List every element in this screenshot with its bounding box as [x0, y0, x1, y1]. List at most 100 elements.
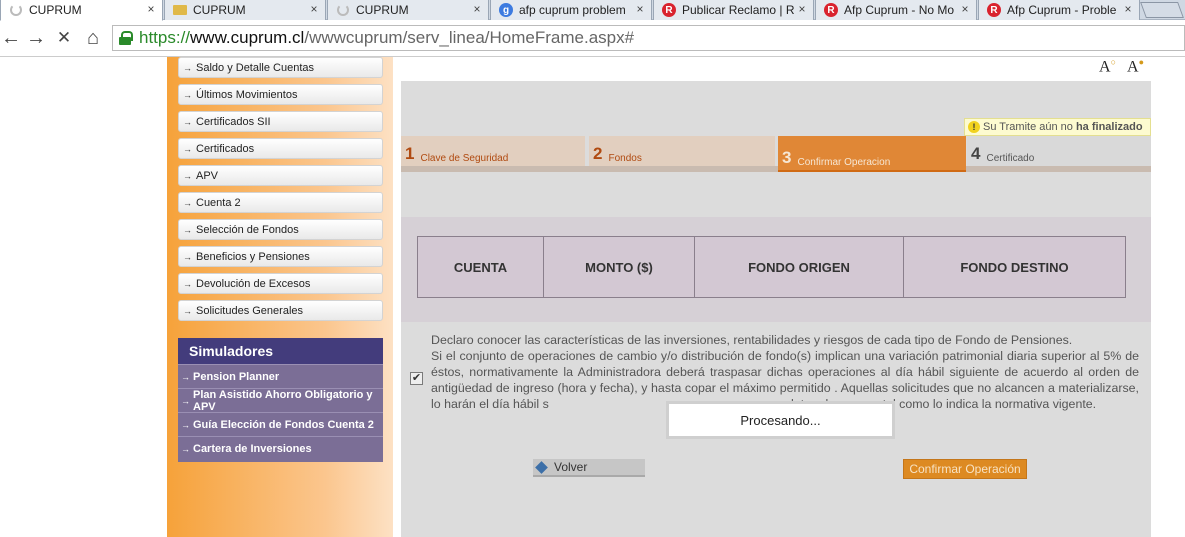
font-increase-label: A [1127, 58, 1139, 76]
menu-item-label: Saldo y Detalle Cuentas [196, 61, 315, 74]
close-icon[interactable]: × [307, 2, 321, 16]
close-icon[interactable]: × [633, 2, 647, 16]
stop-icon[interactable]: ✕ [53, 27, 75, 49]
arrow-right-icon: → [183, 89, 192, 100]
arrow-right-icon: → [181, 395, 190, 406]
simuladores-title: Simuladores [178, 338, 383, 364]
zoom-in-icon: ● [1138, 57, 1144, 67]
menu-item-label: Beneficios y Pensiones [196, 250, 310, 263]
browser-tab-strip: CUPRUM × CUPRUM × CUPRUM × g afp cuprum … [0, 0, 1185, 21]
browser-tab[interactable]: R Afp Cuprum - No Mo × [815, 0, 977, 20]
browser-toolbar: ← → ✕ ⌂ https://www.cuprum.cl/wwwcuprum/… [0, 21, 1185, 57]
arrow-right-icon: → [183, 62, 192, 73]
arrow-right-icon: → [181, 419, 190, 430]
browser-tab[interactable]: R Afp Cuprum - Proble × [978, 0, 1140, 20]
google-icon: g [499, 3, 513, 17]
step-number: 4 [971, 144, 981, 163]
menu-item-devolucion[interactable]: → Devolución de Excesos [178, 273, 383, 294]
arrow-right-icon: → [183, 116, 192, 127]
volver-button[interactable]: Volver [533, 459, 645, 477]
tab-title: CUPRUM [193, 3, 246, 17]
sim-item-guia-eleccion[interactable]: → Guía Elección de Fondos Cuenta 2 [178, 412, 383, 436]
sim-item-plan-asistido[interactable]: → Plan Asistido Ahorro Obligatorio y APV [178, 388, 383, 413]
address-bar[interactable]: https://www.cuprum.cl/wwwcuprum/serv_lin… [112, 25, 1185, 51]
url-path: /wwwcuprum/serv_linea/HomeFrame.aspx# [304, 28, 635, 47]
close-icon[interactable]: × [1121, 2, 1135, 16]
step-4: 4 Certificado [967, 136, 1151, 166]
menu-item-label: Cuenta 2 [196, 196, 241, 209]
menu-item-label: Certificados [196, 142, 255, 155]
menu-item-seleccion-fondos[interactable]: → Selección de Fondos [178, 219, 383, 240]
menu-item-label: APV [196, 169, 219, 182]
close-icon[interactable]: × [958, 2, 972, 16]
forward-icon[interactable]: → [25, 27, 47, 49]
processing-dialog: Procesando... [666, 401, 895, 439]
step-label: Fondos [608, 153, 642, 164]
back-icon[interactable]: ← [0, 27, 22, 49]
loading-spinner-icon [336, 3, 350, 17]
sim-item-label: Pension Planner [193, 370, 280, 383]
font-increase-button[interactable]: A● [1127, 57, 1144, 76]
loading-spinner-icon [9, 3, 23, 17]
menu-item-label: Certificados SII [196, 115, 271, 128]
menu-item-apv[interactable]: → APV [178, 165, 383, 186]
font-decrease-label: A [1099, 58, 1111, 76]
column-header: CUENTA [418, 237, 544, 297]
browser-tab[interactable]: CUPRUM × [0, 0, 163, 21]
volver-label: Volver [554, 460, 588, 474]
column-header: FONDO DESTINO [960, 259, 1069, 275]
main-content: ! Su Tramite aún no ha finalizado 1 Clave… [401, 81, 1151, 537]
tab-title: Afp Cuprum - No Mo [844, 3, 955, 17]
step-3: 3 Confirmar Operacion [778, 136, 966, 172]
close-icon[interactable]: × [470, 2, 484, 16]
step-label: Clave de Seguridad [420, 153, 509, 164]
zoom-out-icon: ○ [1110, 57, 1116, 67]
menu-item-solicitudes[interactable]: → Solicitudes Generales [178, 300, 383, 321]
arrow-right-icon: → [183, 278, 192, 289]
sim-item-label: Cartera de Inversiones [193, 442, 312, 455]
declaration-checkbox[interactable]: ✔ [410, 372, 423, 385]
menu-item-label: Selección de Fondos [196, 223, 299, 236]
arrow-right-icon: → [181, 443, 190, 454]
arrow-right-icon: → [183, 143, 192, 154]
step-label: Certificado [986, 153, 1035, 164]
menu-item-certificados-sii[interactable]: → Certificados SII [178, 111, 383, 132]
menu-item-beneficios[interactable]: → Beneficios y Pensiones [178, 246, 383, 267]
tramite-warning-bold: ha finalizado [1075, 121, 1143, 133]
column-header: FONDO ORIGEN [695, 237, 904, 297]
progress-bar [401, 166, 1151, 172]
close-icon[interactable]: × [144, 2, 158, 16]
home-icon[interactable]: ⌂ [82, 27, 104, 49]
new-tab-button[interactable] [1140, 2, 1184, 18]
step-2: 2 Fondos [589, 136, 775, 166]
operations-section: CUENTA MONTO ($) FONDO ORIGEN FONDO DEST… [401, 217, 1151, 322]
menu-item-movimientos[interactable]: → Últimos Movimientos [178, 84, 383, 105]
menu-item-cuenta-2[interactable]: → Cuenta 2 [178, 192, 383, 213]
declaration-line: Declaro conocer las características de l… [431, 333, 1073, 347]
confirmar-operacion-button[interactable]: Confirmar Operación [903, 459, 1027, 479]
simuladores-panel: Simuladores → Pension Planner → Plan Asist… [178, 338, 383, 462]
tab-title: Publicar Reclamo | R [682, 3, 795, 17]
tab-title: CUPRUM [356, 3, 409, 17]
font-decrease-button[interactable]: A○ [1099, 57, 1116, 76]
browser-tab[interactable]: CUPRUM × [327, 0, 489, 20]
step-label: Confirmar Operacion [797, 157, 891, 168]
close-icon[interactable]: × [795, 2, 809, 16]
browser-tab[interactable]: R Publicar Reclamo | R × [653, 0, 814, 20]
tab-title: CUPRUM [29, 3, 82, 17]
tab-title: Afp Cuprum - Proble [1007, 3, 1117, 17]
browser-tab[interactable]: CUPRUM × [164, 0, 326, 20]
menu-item-label: Solicitudes Generales [196, 304, 304, 317]
declaration-text: Declaro conocer las características de l… [431, 332, 1139, 412]
sim-item-pension-planner[interactable]: → Pension Planner [178, 364, 383, 388]
arrow-right-icon: → [183, 224, 192, 235]
sim-item-label: Plan Asistido Ahorro Obligatorio y APV [193, 388, 373, 413]
browser-tab[interactable]: g afp cuprum problem × [490, 0, 652, 20]
menu-item-saldo[interactable]: → Saldo y Detalle Cuentas [178, 57, 383, 78]
arrow-right-icon: → [183, 251, 192, 262]
menu-item-certificados[interactable]: → Certificados [178, 138, 383, 159]
menu-item-label: Últimos Movimientos [196, 88, 298, 101]
folder-icon [173, 3, 187, 17]
step-1: 1 Clave de Seguridad [401, 136, 585, 166]
sim-item-cartera[interactable]: → Cartera de Inversiones [178, 436, 383, 460]
